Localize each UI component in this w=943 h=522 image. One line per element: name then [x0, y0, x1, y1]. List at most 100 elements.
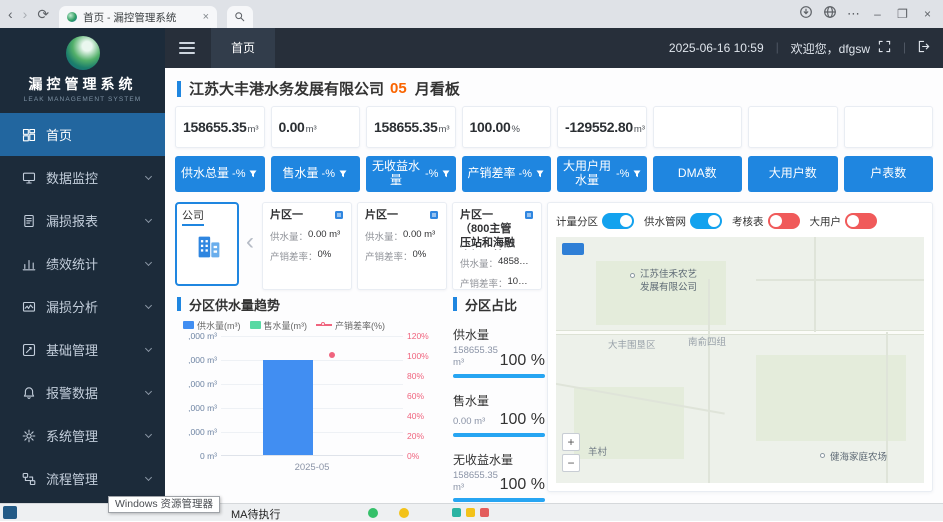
map-label-farm2: 健海家庭农场 — [830, 449, 887, 463]
kpi-button-sold[interactable]: 售水量-% — [271, 156, 361, 192]
kpi-button-nrw-rate[interactable]: 产销差率-% — [462, 156, 552, 192]
browser-update-icon[interactable] — [799, 5, 813, 24]
toggle-metering-zone[interactable] — [602, 213, 634, 229]
carousel-prev-button[interactable]: ‹ — [246, 228, 254, 256]
sidebar: 漏控管理系统 LEAK MANAGEMENT SYSTEM 首页 数据监控 漏损… — [0, 28, 165, 521]
building-icon — [194, 232, 224, 262]
kpi-button-big-user-count[interactable]: 大用户数 — [748, 156, 838, 192]
map-label-group: 南俞四组 — [688, 334, 726, 348]
proportion-item-supply: 供水量 158655.35 m³100 % — [453, 326, 545, 378]
browser-forward-button[interactable]: › — [23, 7, 28, 21]
browser-menu-icon[interactable]: ⋯ — [847, 6, 860, 22]
datetime-label: 2025-06-16 10:59 — [669, 41, 764, 55]
chevron-down-icon — [145, 345, 152, 352]
map-zoom-out-button[interactable]: − — [562, 454, 580, 472]
browser-tab-title: 首页 - 漏控管理系统 — [83, 10, 197, 25]
trend-bar[interactable] — [263, 360, 313, 455]
kpi-value-big-user: -129552.80m³ — [557, 106, 647, 148]
kpi-values-row: 158655.35m³ 0.00m³ 158655.35m³ 100.00% -… — [175, 106, 933, 148]
trend-chart[interactable]: ,000 m³ ,000 m³ ,000 m³ ,000 m³ ,000 m³ … — [221, 336, 403, 456]
y-axis-label: 0 m³ — [175, 451, 217, 461]
window-restore-button[interactable]: ❐ — [895, 7, 910, 21]
welcome-label: 欢迎您，dfgsw — [791, 40, 870, 57]
taskbar-start-icon[interactable] — [3, 506, 17, 519]
sidebar-item-basic-mgmt[interactable]: 基础管理 — [0, 328, 165, 371]
chevron-down-icon — [145, 173, 152, 180]
topbar-tab-home[interactable]: 首页 — [211, 28, 275, 68]
monitor-icon — [22, 171, 36, 185]
sidebar-item-home[interactable]: 首页 — [0, 113, 165, 156]
sidebar-item-leak-analysis[interactable]: 漏损分析 — [0, 285, 165, 328]
kpi-button-dma-count[interactable]: DMA数 — [653, 156, 743, 192]
sidebar-item-label: 系统管理 — [46, 426, 136, 445]
bell-icon — [22, 386, 36, 400]
taskbar-app-icon-green[interactable] — [368, 508, 378, 518]
y-axis-label: ,000 m³ — [175, 379, 217, 389]
kpi-value-nrw: 158655.35m³ — [366, 106, 456, 148]
browser-new-tab-search[interactable] — [227, 6, 253, 28]
window-close-button[interactable]: × — [920, 7, 935, 21]
sidebar-item-data-monitor[interactable]: 数据监控 — [0, 156, 165, 199]
y2-axis-label: 60% — [407, 391, 434, 401]
globe-icon[interactable] — [823, 5, 837, 24]
map-label-farm1: 江苏佳禾农艺 发展有限公司 — [640, 269, 697, 295]
chart-legend: 供水量(m³) 售水量(m³) 产销差率(%) — [183, 320, 449, 330]
zone-detail-icon[interactable] — [524, 210, 534, 220]
kpi-button-total-supply[interactable]: 供水总量-% — [175, 156, 265, 192]
map-patch — [756, 355, 906, 441]
browser-refresh-button[interactable]: ⟳ — [37, 7, 49, 21]
window-minimize-button[interactable]: – — [870, 7, 885, 21]
logout-icon[interactable] — [918, 40, 931, 56]
taskbar-app-icon-red[interactable] — [480, 508, 489, 517]
legend-supply[interactable]: 供水量(m³) — [183, 319, 241, 332]
area-card[interactable]: 片区一（800主管压站和海融广场6"管… 供水量：4858… 产销差率：10… — [452, 202, 542, 290]
toggle-assessment-meter[interactable] — [768, 213, 800, 229]
main-content: 江苏大丰港水务发展有限公司 05 月看板 158655.35m³ 0.00m³ … — [165, 68, 943, 521]
sidebar-item-alarm-data[interactable]: 报警数据 — [0, 371, 165, 414]
map-panel: 计量分区 供水管网 考核表 大用户 江苏佳禾农艺 发展有限公司 大丰围垦区 南俞… — [547, 202, 933, 492]
title-accent-bar — [177, 81, 181, 97]
sidebar-item-system-mgmt[interactable]: 系统管理 — [0, 414, 165, 457]
board-title: 江苏大丰港水务发展有限公司 05 月看板 — [177, 78, 460, 99]
area-card[interactable]: 片区一 供水量：0.00 m³ 产销差率：0% — [262, 202, 352, 290]
sidebar-item-process-mgmt[interactable]: 流程管理 — [0, 457, 165, 500]
zone-detail-icon[interactable] — [429, 210, 439, 220]
toggle-big-user[interactable] — [845, 213, 877, 229]
proportion-item-nrw: 无收益水量 158655.35 m³100 % — [453, 451, 545, 503]
map-layer-toggles: 计量分区 供水管网 考核表 大用户 — [556, 211, 924, 231]
zone-detail-icon[interactable] — [334, 210, 344, 220]
sidebar-item-leak-report[interactable]: 漏损报表 — [0, 199, 165, 242]
trend-title: 分区供水量趋势 — [189, 295, 280, 314]
y2-axis-label: 20% — [407, 431, 434, 441]
map-canvas[interactable]: 江苏佳禾农艺 发展有限公司 大丰围垦区 南俞四组 羊村 健海家庭农场 + − — [556, 237, 924, 483]
map-zoom-in-button[interactable]: + — [562, 433, 580, 451]
map-road — [708, 279, 710, 483]
y-axis-label: ,000 m³ — [175, 355, 217, 365]
browser-tab[interactable]: 首页 - 漏控管理系统 × — [59, 6, 217, 28]
sidebar-item-performance-stats[interactable]: 绩效统计 — [0, 242, 165, 285]
kpi-button-big-user[interactable]: 大用户用水量-% — [557, 156, 647, 192]
search-icon — [234, 11, 246, 23]
supply-trend-section: 分区供水量趋势 供水量(m³) 售水量(m³) 产销差率(%) ,000 m³ … — [177, 296, 449, 456]
browser-back-button[interactable]: ‹ — [8, 7, 13, 21]
toggle-pipe-network[interactable] — [690, 213, 722, 229]
legend-sold[interactable]: 售水量(m³) — [250, 319, 308, 332]
fullscreen-icon[interactable] — [878, 40, 891, 56]
separator: ｜ — [899, 40, 910, 56]
tab-close-icon[interactable]: × — [203, 11, 209, 23]
taskbar-ticker-text: MA待执行 — [231, 506, 281, 522]
kpi-buttons-row: 供水总量-% 售水量-% 无收益水量-% 产销差率-% 大用户用水量-% DMA… — [175, 156, 933, 192]
edit-icon — [22, 343, 36, 357]
kpi-button-meter-count[interactable]: 户表数 — [844, 156, 934, 192]
area-card[interactable]: 片区一 供水量：0.00 m³ 产销差率：0% — [357, 202, 447, 290]
legend-nrw-rate[interactable]: 产销差率(%) — [316, 319, 385, 332]
kpi-button-nrw[interactable]: 无收益水量-% — [366, 156, 456, 192]
collapse-menu-icon[interactable] — [179, 42, 195, 54]
taskbar-app-icon-gold[interactable] — [466, 508, 475, 517]
taskbar-app-icon-teal[interactable] — [452, 508, 461, 517]
sidebar-item-label: 漏损分析 — [46, 297, 136, 316]
taskbar-app-icon-yellow[interactable] — [399, 508, 409, 518]
company-card[interactable]: 公司 — [175, 202, 239, 286]
map-road — [756, 279, 924, 281]
board-month: 05 — [390, 80, 407, 97]
